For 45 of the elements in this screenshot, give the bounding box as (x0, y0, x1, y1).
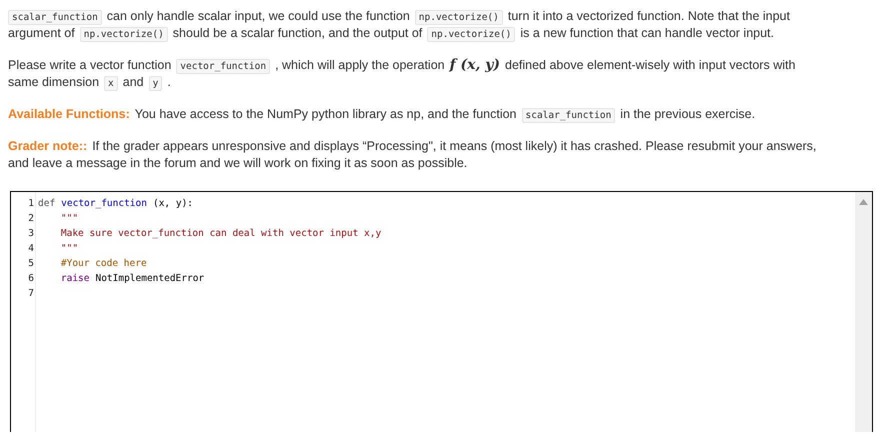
code-token: NotImplementedError (95, 272, 204, 286)
paragraph-text: is a new function that can handle vector input. (520, 25, 774, 42)
code-token: def (38, 197, 56, 211)
paragraph-text: You have access to the NumPy python library as np, and the function (134, 106, 516, 123)
inline-code: np.vectorize() (80, 27, 168, 42)
scroll-up-icon[interactable] (859, 199, 868, 205)
line-number: 5 (27, 257, 35, 271)
inline-code: x (104, 76, 118, 91)
line-number: 7 (27, 287, 35, 301)
code-token: """ (60, 242, 78, 256)
paragraph-text: and (122, 74, 144, 91)
code-token: (x, y): (152, 197, 194, 211)
paragraph-text: . (167, 74, 171, 91)
inline-code: vector_function (176, 59, 270, 74)
paragraph-text: defined above element-wisely with input vectors with (505, 57, 796, 74)
line-number: 2 (27, 212, 35, 226)
code-token: Make sure vector_function can deal with vector input x,y (60, 227, 382, 241)
paragraph-text: turn it into a vectorized function. Note that the input (508, 8, 790, 25)
inline-code: y (148, 76, 162, 91)
code-editor[interactable]: 1 2 3 4 5 6 7 def vector_function (x, y): """ Make sure vector_function can deal with vector input x,y """ #Your code here raise NotImplementedError (10, 191, 873, 432)
note-label: Grader note:: (8, 138, 88, 155)
code-token: """ (60, 212, 78, 226)
code-token: vector_function (61, 197, 147, 211)
code-token: #Your code here (60, 257, 147, 271)
paragraph-text: same dimension (8, 74, 100, 91)
line-number: 3 (27, 227, 35, 241)
math-formula: f (x, y) (450, 56, 500, 74)
paragraph-text: argument of (8, 25, 75, 42)
inline-code: np.vectorize() (414, 10, 503, 25)
inline-code: np.vectorize() (427, 27, 516, 42)
line-number: 4 (27, 242, 35, 256)
paragraph-text: Please write a vector function (8, 57, 172, 74)
scrollbar[interactable] (855, 192, 872, 432)
note-label: Available Functions: (8, 106, 130, 123)
paragraph-text: and leave a message in the forum and we will work on fixing it as soon as possible. (8, 155, 468, 172)
inline-code: scalar_function (522, 108, 616, 123)
paragraph-text: in the previous exercise. (620, 106, 756, 123)
inline-code: scalar_function (8, 10, 102, 25)
paragraph-text: should be a scalar function, and the output of (172, 25, 422, 42)
paragraph-text: , which will apply the operation (275, 57, 445, 74)
paragraph-text: can only handle scalar input, we could use the function (106, 8, 410, 25)
code-token: raise (60, 272, 90, 286)
paragraph-text: If the grader appears unresponsive and displays “Processing", it means (most likely) it has crashed. Please resubmit your answers, (92, 138, 816, 155)
line-number: 6 (27, 272, 35, 286)
line-number: 1 (27, 197, 35, 211)
